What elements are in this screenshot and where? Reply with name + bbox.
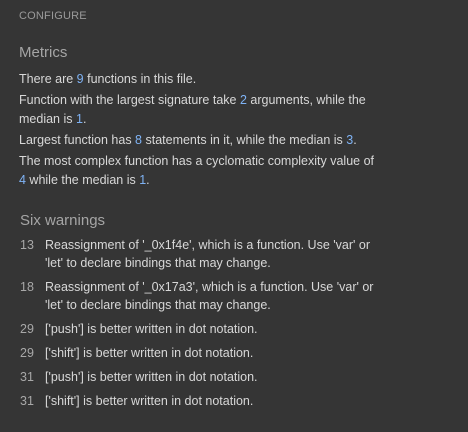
configure-link[interactable]: CONFIGURE — [19, 10, 87, 22]
text: while the median is — [25, 173, 140, 187]
metrics-signature: Function with the largest signature take… — [19, 91, 379, 129]
warnings-list: 13 Reassignment of '_0x1f4e', which is a… — [20, 236, 380, 416]
text: The most complex function has a cyclomat… — [19, 154, 375, 168]
metrics-statements: Largest function has 8 statements in it,… — [19, 131, 379, 150]
warning-line-number: 29 — [20, 322, 34, 336]
warning-line-number: 31 — [20, 370, 34, 384]
warning-message: ['shift'] is better written in dot notat… — [45, 394, 254, 408]
warning-line-number: 13 — [20, 238, 34, 252]
complexity-max-value: 4 — [19, 173, 26, 187]
warning-line-number: 31 — [20, 394, 34, 408]
signature-median-value: 1 — [75, 112, 83, 126]
metrics-functions-count: There are 9 functions in this file. — [19, 70, 379, 89]
warning-item[interactable]: 31 ['shift'] is better written in dot no… — [20, 392, 380, 410]
warning-item[interactable]: 29 ['shift'] is better written in dot no… — [20, 344, 380, 362]
text: statements in it, while the median is — [142, 133, 347, 147]
warning-message: ['shift'] is better written in dot notat… — [45, 346, 254, 360]
jshint-panel: CONFIGURE Metrics There are 9 functions … — [0, 0, 468, 432]
text: . — [82, 112, 87, 126]
text: functions in this file. — [83, 72, 197, 86]
warning-item[interactable]: 13 Reassignment of '_0x1f4e', which is a… — [20, 236, 380, 272]
text: . — [353, 133, 357, 147]
metrics-complexity: The most complex function has a cyclomat… — [19, 152, 379, 190]
warnings-title: Six warnings — [20, 212, 106, 229]
warning-line-number: 18 — [20, 280, 34, 294]
warning-message: ['push'] is better written in dot notati… — [45, 370, 258, 384]
warning-item[interactable]: 29 ['push'] is better written in dot not… — [20, 320, 380, 338]
text: . — [146, 173, 150, 187]
warning-item[interactable]: 18 Reassignment of '_0x17a3', which is a… — [20, 278, 380, 314]
warning-message: ['push'] is better written in dot notati… — [45, 322, 258, 336]
text: There are — [19, 72, 77, 86]
statements-max-value: 8 — [135, 133, 142, 147]
warning-message: Reassignment of '_0x1f4e', which is a fu… — [45, 238, 370, 270]
warning-message: Reassignment of '_0x17a3', which is a fu… — [45, 280, 374, 312]
metrics-title: Metrics — [19, 44, 68, 61]
metrics-section: There are 9 functions in this file. Func… — [19, 70, 379, 192]
text: Function with the largest signature take — [19, 93, 240, 107]
warning-line-number: 29 — [20, 346, 34, 360]
warning-item[interactable]: 31 ['push'] is better written in dot not… — [20, 368, 380, 386]
text: Largest function has — [19, 133, 136, 147]
functions-count-value: 9 — [76, 72, 84, 86]
signature-max-value: 2 — [239, 93, 247, 107]
